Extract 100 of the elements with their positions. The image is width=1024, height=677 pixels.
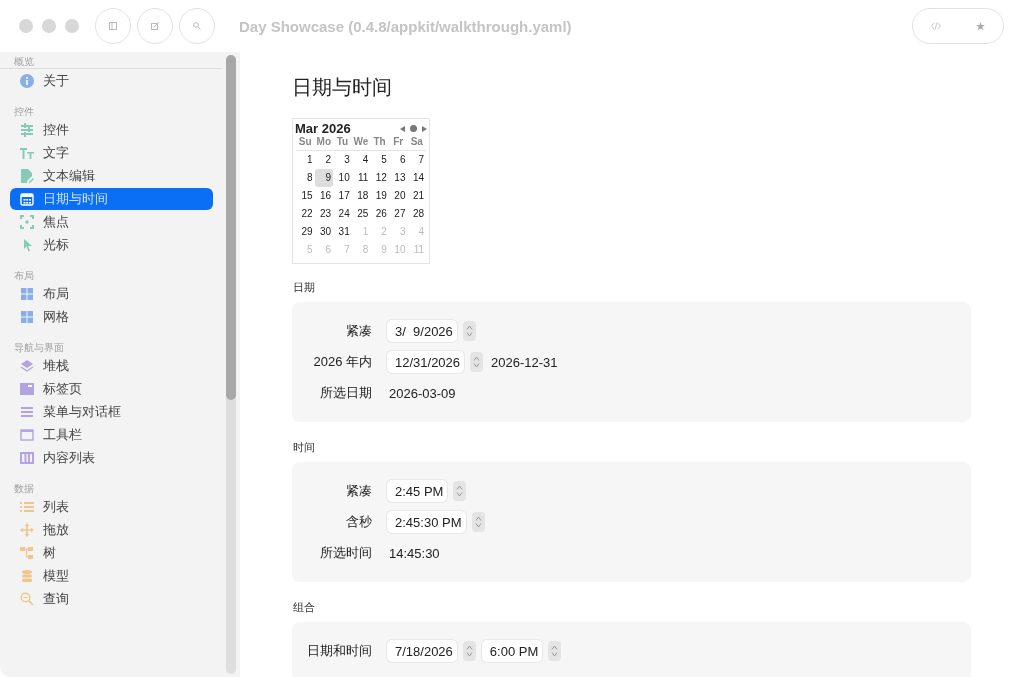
triangle-right-icon [422,125,427,132]
calendar-day[interactable]: 20 [388,187,408,205]
calendar-day[interactable]: 7 [407,151,427,169]
page-title: 日期与时间 [292,75,393,100]
field-label: 含秒 [345,513,372,531]
sidebar-item[interactable]: 菜单与对话框 [10,401,213,423]
code-button[interactable] [931,22,941,30]
value-text: 14:45:30 [389,545,440,561]
field-label: 日期和时间 [306,642,372,660]
input-field[interactable]: 3/ 9/2026 [387,320,457,342]
weekday-label: Th [370,136,389,151]
stepper[interactable] [462,641,476,661]
section-header: 数据 [13,482,35,495]
window-control[interactable] [42,19,56,33]
input-field[interactable]: 2:45 PM [387,480,448,502]
calendar-day[interactable]: 3 [333,151,352,169]
calendar-day[interactable]: 31 [333,223,352,241]
input-field[interactable]: 12/31/2026 [387,351,465,373]
sidebar-item[interactable]: 列表 [10,496,213,518]
window-control[interactable] [65,19,79,33]
weekday-label: Sa [407,136,427,151]
compose-button[interactable] [137,8,173,44]
calendar-day[interactable]: 4 [351,151,371,169]
chevron-up-down-icon [465,325,473,337]
calendar-day[interactable]: 22 [295,205,315,223]
stepper[interactable] [548,641,562,661]
section-header: 日期 [293,280,316,295]
sidebar-item[interactable]: 文字 [10,142,213,164]
code-icon [931,22,941,30]
sidebar-item[interactable]: 光标 [10,234,213,256]
chevron-up-down-icon [473,356,481,368]
stepper[interactable] [471,512,485,532]
calendar-day[interactable]: 17 [333,187,352,205]
next-button[interactable] [422,125,427,132]
compose-icon [151,22,159,30]
calendar-day[interactable]: 19 [370,187,389,205]
calendar-day[interactable]: 16 [314,187,334,205]
calendar-day[interactable]: 27 [388,205,408,223]
chevron-up-down-icon [456,485,464,497]
calendar-day[interactable]: 21 [407,187,427,205]
today-button[interactable] [410,125,417,132]
calendar-day[interactable]: 18 [351,187,371,205]
value-text: 2026-12-31 [491,354,558,370]
sidebar-item[interactable]: 模型 [10,565,213,587]
chevron-up-down-icon [551,645,559,657]
calendar-day[interactable]: 28 [407,205,427,223]
previous-button[interactable] [400,125,405,132]
sidebar-item[interactable]: 布局 [10,283,213,305]
sidebar-item[interactable]: 关于 [10,70,213,92]
calendar-day[interactable]: 9 [314,169,334,187]
input-field[interactable]: 6:00 PM [481,640,543,662]
triangle-left-icon [400,125,405,132]
window-control[interactable] [19,19,33,33]
stepper[interactable] [470,352,484,372]
sidebar-item[interactable]: 标签页 [10,378,213,400]
calendar-day[interactable]: 6 [388,151,408,169]
calendar-day[interactable]: 1 [295,151,315,169]
sidebar-item[interactable]: 查询 [10,588,213,610]
calendar-icon [20,192,34,206]
calendar-day[interactable]: 29 [295,223,315,241]
sidebar-button[interactable] [95,8,131,44]
calendar-day[interactable]: 13 [388,169,408,187]
calendar-day[interactable]: 12 [370,169,389,187]
sidebar-item[interactable]: 日期与时间 [10,188,213,210]
input-field[interactable]: 2:45:30 PM [387,511,466,533]
calendar-day[interactable]: 23 [314,205,334,223]
field-label: 紧凑 [345,322,372,340]
stepper[interactable] [453,481,467,501]
calendar-day[interactable]: 15 [295,187,315,205]
calendar-day[interactable]: 2 [314,151,334,169]
section-header: 布局 [13,269,35,282]
section-header: 概览 [0,52,222,69]
section-header: 导航与界面 [13,341,65,354]
calendar-day[interactable]: 30 [314,223,334,241]
sidebar-item[interactable]: 焦点 [10,211,213,233]
calendar-day[interactable]: 10 [333,169,352,187]
calendar-day[interactable]: 11 [351,169,371,187]
calendar-day[interactable]: 26 [370,205,389,223]
sidebar-item[interactable]: 控件 [10,119,213,141]
sidebar-item[interactable]: 树 [10,542,213,564]
calendar-day[interactable]: 5 [370,151,389,169]
sidebar-item[interactable]: 堆栈 [10,355,213,377]
sidebar-item[interactable]: 拖放 [10,519,213,541]
search-button[interactable] [179,8,215,44]
scrollbar[interactable] [226,55,236,674]
calendar-day[interactable]: 25 [351,205,371,223]
stepper[interactable] [462,321,476,341]
chevron-up-down-icon [474,516,482,528]
sidebar-item[interactable]: 文本编辑 [10,165,213,187]
sidebar-item[interactable]: 工具栏 [10,424,213,446]
field-label: 所选时间 [319,544,372,562]
calendar-day[interactable]: 14 [407,169,427,187]
star-icon [976,21,985,31]
sidebar-item[interactable]: 内容列表 [10,447,213,469]
input-field[interactable]: 7/18/2026 [387,640,457,662]
sidebar-item[interactable]: 网格 [10,306,213,328]
calendar-day[interactable]: 24 [333,205,352,223]
star-button[interactable] [976,21,985,31]
calendar-day[interactable]: 8 [295,169,315,187]
weekday-label: Mo [314,136,334,151]
